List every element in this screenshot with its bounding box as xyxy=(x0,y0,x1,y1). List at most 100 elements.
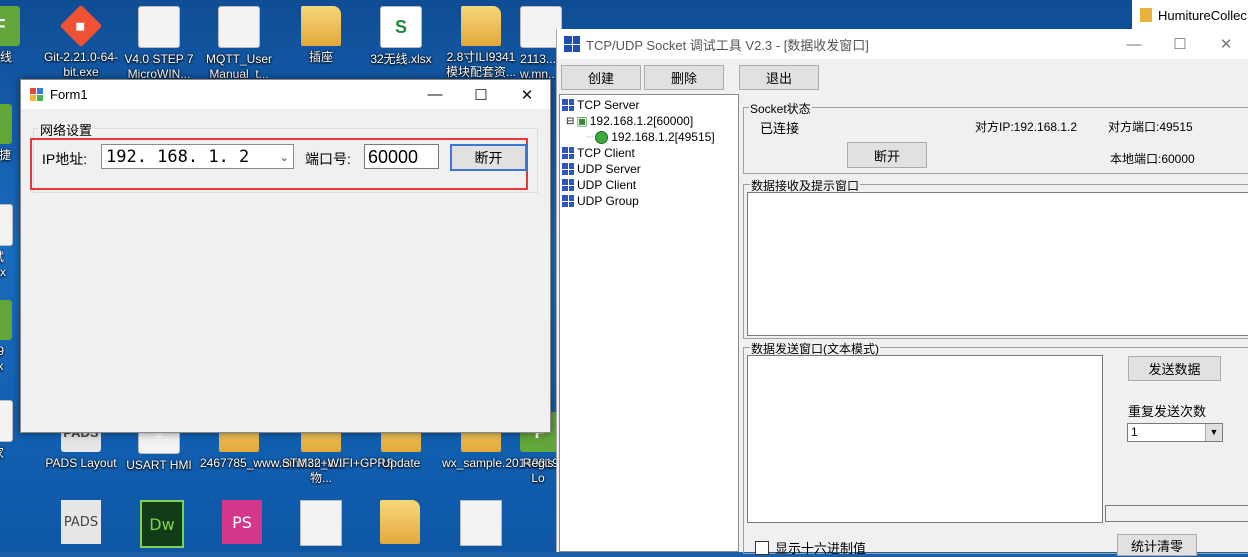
desktop-icon[interactable]: V4.0 STEP 7 MicroWIN... xyxy=(120,6,198,82)
git-icon: ◆ xyxy=(59,4,103,48)
connection-state: 已连接 xyxy=(760,121,800,136)
ip-label: IP地址: xyxy=(42,151,88,167)
dropdown-arrow-icon[interactable]: ▼ xyxy=(1205,424,1222,441)
network-icon xyxy=(562,179,574,191)
window-title: Form1 xyxy=(50,87,88,102)
tree-item-label: UDP Client xyxy=(577,178,637,192)
maximize-button[interactable]: ☐ xyxy=(1157,30,1203,59)
minimize-button[interactable]: — xyxy=(412,80,458,109)
remote-port: 对方端口:49515 xyxy=(1108,120,1193,134)
desktop-icon[interactable]: F 火线 xyxy=(0,6,30,65)
ip-value: 192. 168. 1. 2 xyxy=(106,147,250,167)
group-label: 网络设置 xyxy=(38,120,95,139)
taskbar-window-label: HumitureCollec xyxy=(1158,7,1247,23)
desktop-icon-label: MQTT_User Manual_t... xyxy=(206,52,272,81)
desktop-icon[interactable]: MQTT_User Manual_t... xyxy=(200,6,278,82)
hex-display-checkbox[interactable] xyxy=(755,541,769,555)
tree-item-client-node[interactable]: ┈ 192.168.1.2[49515] xyxy=(586,130,715,144)
socket-disconnect-button[interactable]: 断开 xyxy=(847,142,927,168)
desktop-icon-label: xp.e 捷方 xyxy=(0,148,12,162)
desktop-icon[interactable]: ✓ 管家 xyxy=(0,400,14,461)
desktop-icon[interactable]: 插座 xyxy=(282,6,360,65)
tree-item-label: UDP Server xyxy=(577,162,641,176)
dreamweaver-icon[interactable]: Dw xyxy=(140,500,184,548)
desktop-icon[interactable]: Fxp.e 捷方 xyxy=(0,104,14,178)
tree-item-label: TCP Server xyxy=(577,98,640,112)
socket-status-label: Socket状态 xyxy=(749,100,812,117)
delete-button[interactable]: 删除 xyxy=(644,65,724,90)
network-icon xyxy=(562,147,574,159)
document-icon[interactable] xyxy=(300,500,342,546)
app-icon: F xyxy=(0,300,12,340)
desktop-icon-label: STM32+WIFI+GPRS物... xyxy=(282,456,395,485)
tree-item-udp-client[interactable]: UDP Client xyxy=(562,178,636,192)
remote-ip: 对方IP:192.168.1.2 xyxy=(975,120,1078,134)
desktop-icon-label: 管家 xyxy=(0,446,14,461)
maximize-button[interactable]: ☐ xyxy=(458,80,504,109)
port-field[interactable]: 60000 xyxy=(364,144,439,169)
clear-stats-button[interactable]: 统计清零 xyxy=(1117,534,1197,556)
repeat-count-select[interactable]: 1 ▼ xyxy=(1127,423,1223,442)
close-button[interactable]: ✕ xyxy=(1203,30,1248,59)
connected-icon xyxy=(595,130,609,144)
tree-item-udp-group[interactable]: UDP Group xyxy=(562,194,639,208)
minimize-button[interactable]: — xyxy=(1111,30,1157,59)
server-icon: ▣ xyxy=(576,114,588,128)
desktop-icon-label: USART HMI xyxy=(126,458,192,472)
desktop-icon-label: 调试 手.ex xyxy=(0,250,6,279)
network-icon xyxy=(562,163,574,175)
local-port: 本地端口:60000 xyxy=(1110,152,1195,166)
tree-item-tcp-client[interactable]: TCP Client xyxy=(562,146,635,160)
chevron-down-icon[interactable]: ⌄ xyxy=(280,145,289,170)
send-data-button[interactable]: 发送数据 xyxy=(1128,356,1221,381)
collapse-icon[interactable]: ⊟ xyxy=(566,116,574,127)
port-label: 端口号: xyxy=(305,151,351,167)
socket-tool-window: TCP/UDP Socket 调试工具 V2.3 - [数据收发窗口] — ☐ … xyxy=(556,29,1248,556)
app-icon: F xyxy=(0,6,20,46)
ip-address-combo[interactable]: 192. 168. 1. 2 ⌄ xyxy=(101,144,294,169)
tree-item-label: UDP Group xyxy=(577,194,639,208)
document-icon[interactable] xyxy=(460,500,502,546)
receive-textarea[interactable] xyxy=(747,192,1248,336)
desktop-icon-label: 火线 xyxy=(0,50,12,64)
send-textarea[interactable] xyxy=(747,355,1103,523)
desktop-icon-label: 32无线.xlsx xyxy=(370,52,432,66)
desktop-icon[interactable]: S 32无线.xlsx xyxy=(362,6,440,67)
tool-titlebar[interactable]: TCP/UDP Socket 调试工具 V2.3 - [数据收发窗口] — ☐ … xyxy=(557,29,1248,59)
form1-titlebar[interactable]: Form1 — ☐ ✕ xyxy=(21,80,550,109)
connection-tree[interactable]: TCP Server ⊟ ▣ 192.168.1.2[60000] ┈ 192.… xyxy=(559,94,739,552)
tree-line: ┈ xyxy=(586,130,594,144)
desktop-icon-label: PADS Layout xyxy=(45,456,117,470)
desktop-icon-label: wx_sample.20140819.zip xyxy=(442,456,578,470)
disconnect-button[interactable]: 断开 xyxy=(450,144,527,171)
repeat-count-value: 1 xyxy=(1131,425,1138,439)
desktop-icon[interactable]: 2113... w.mn... xyxy=(520,6,562,82)
tree-item-tcp-server[interactable]: TCP Server xyxy=(562,98,639,112)
desktop-icon[interactable]: Fo-19 q.ex xyxy=(0,300,14,374)
desktop-icon-label: 2467785_www.mnif.cn_a... xyxy=(200,456,345,470)
shield-icon: ✓ xyxy=(0,400,13,442)
create-button[interactable]: 创建 xyxy=(561,65,641,90)
form1-window: Form1 — ☐ ✕ 网络设置 IP地址: 192. 168. 1. 2 ⌄ … xyxy=(20,79,551,433)
tree-item-server-node[interactable]: ⊟ ▣ 192.168.1.2[60000] xyxy=(566,114,693,128)
exit-button[interactable]: 退出 xyxy=(739,65,819,90)
app-icon xyxy=(30,87,44,102)
folder-icon xyxy=(301,6,341,46)
close-button[interactable]: ✕ xyxy=(504,80,550,109)
desktop-icon[interactable]: 2.8寸ILI9341模块配套资... xyxy=(442,6,520,80)
tree-item-udp-server[interactable]: UDP Server xyxy=(562,162,641,176)
folder-icon xyxy=(461,6,501,46)
repeat-count-label: 重复发送次数 xyxy=(1128,404,1207,419)
desktop-icon-label: o-19 q.ex xyxy=(0,344,5,373)
desktop-icon[interactable]: ◆ Git-2.21.0-64-bit.exe xyxy=(42,4,120,80)
desktop-icon-label: Git-2.21.0-64-bit.exe xyxy=(43,50,119,79)
desktop-icon-label: 2.8寸ILI9341模块配套资... xyxy=(445,50,516,79)
folder-icon[interactable] xyxy=(380,500,420,544)
desktop-icon[interactable]: ≋ 调试 手.ex xyxy=(0,204,14,280)
window-title: TCP/UDP Socket 调试工具 V2.3 - [数据收发窗口] xyxy=(586,37,869,53)
app-icon: F xyxy=(0,104,12,144)
taskbar-window-humiture[interactable]: HumitureCollec xyxy=(1132,0,1248,30)
folder-icon xyxy=(1140,8,1152,22)
pads-icon[interactable]: PADS xyxy=(61,500,101,544)
phpstorm-icon[interactable]: PS xyxy=(222,500,262,544)
